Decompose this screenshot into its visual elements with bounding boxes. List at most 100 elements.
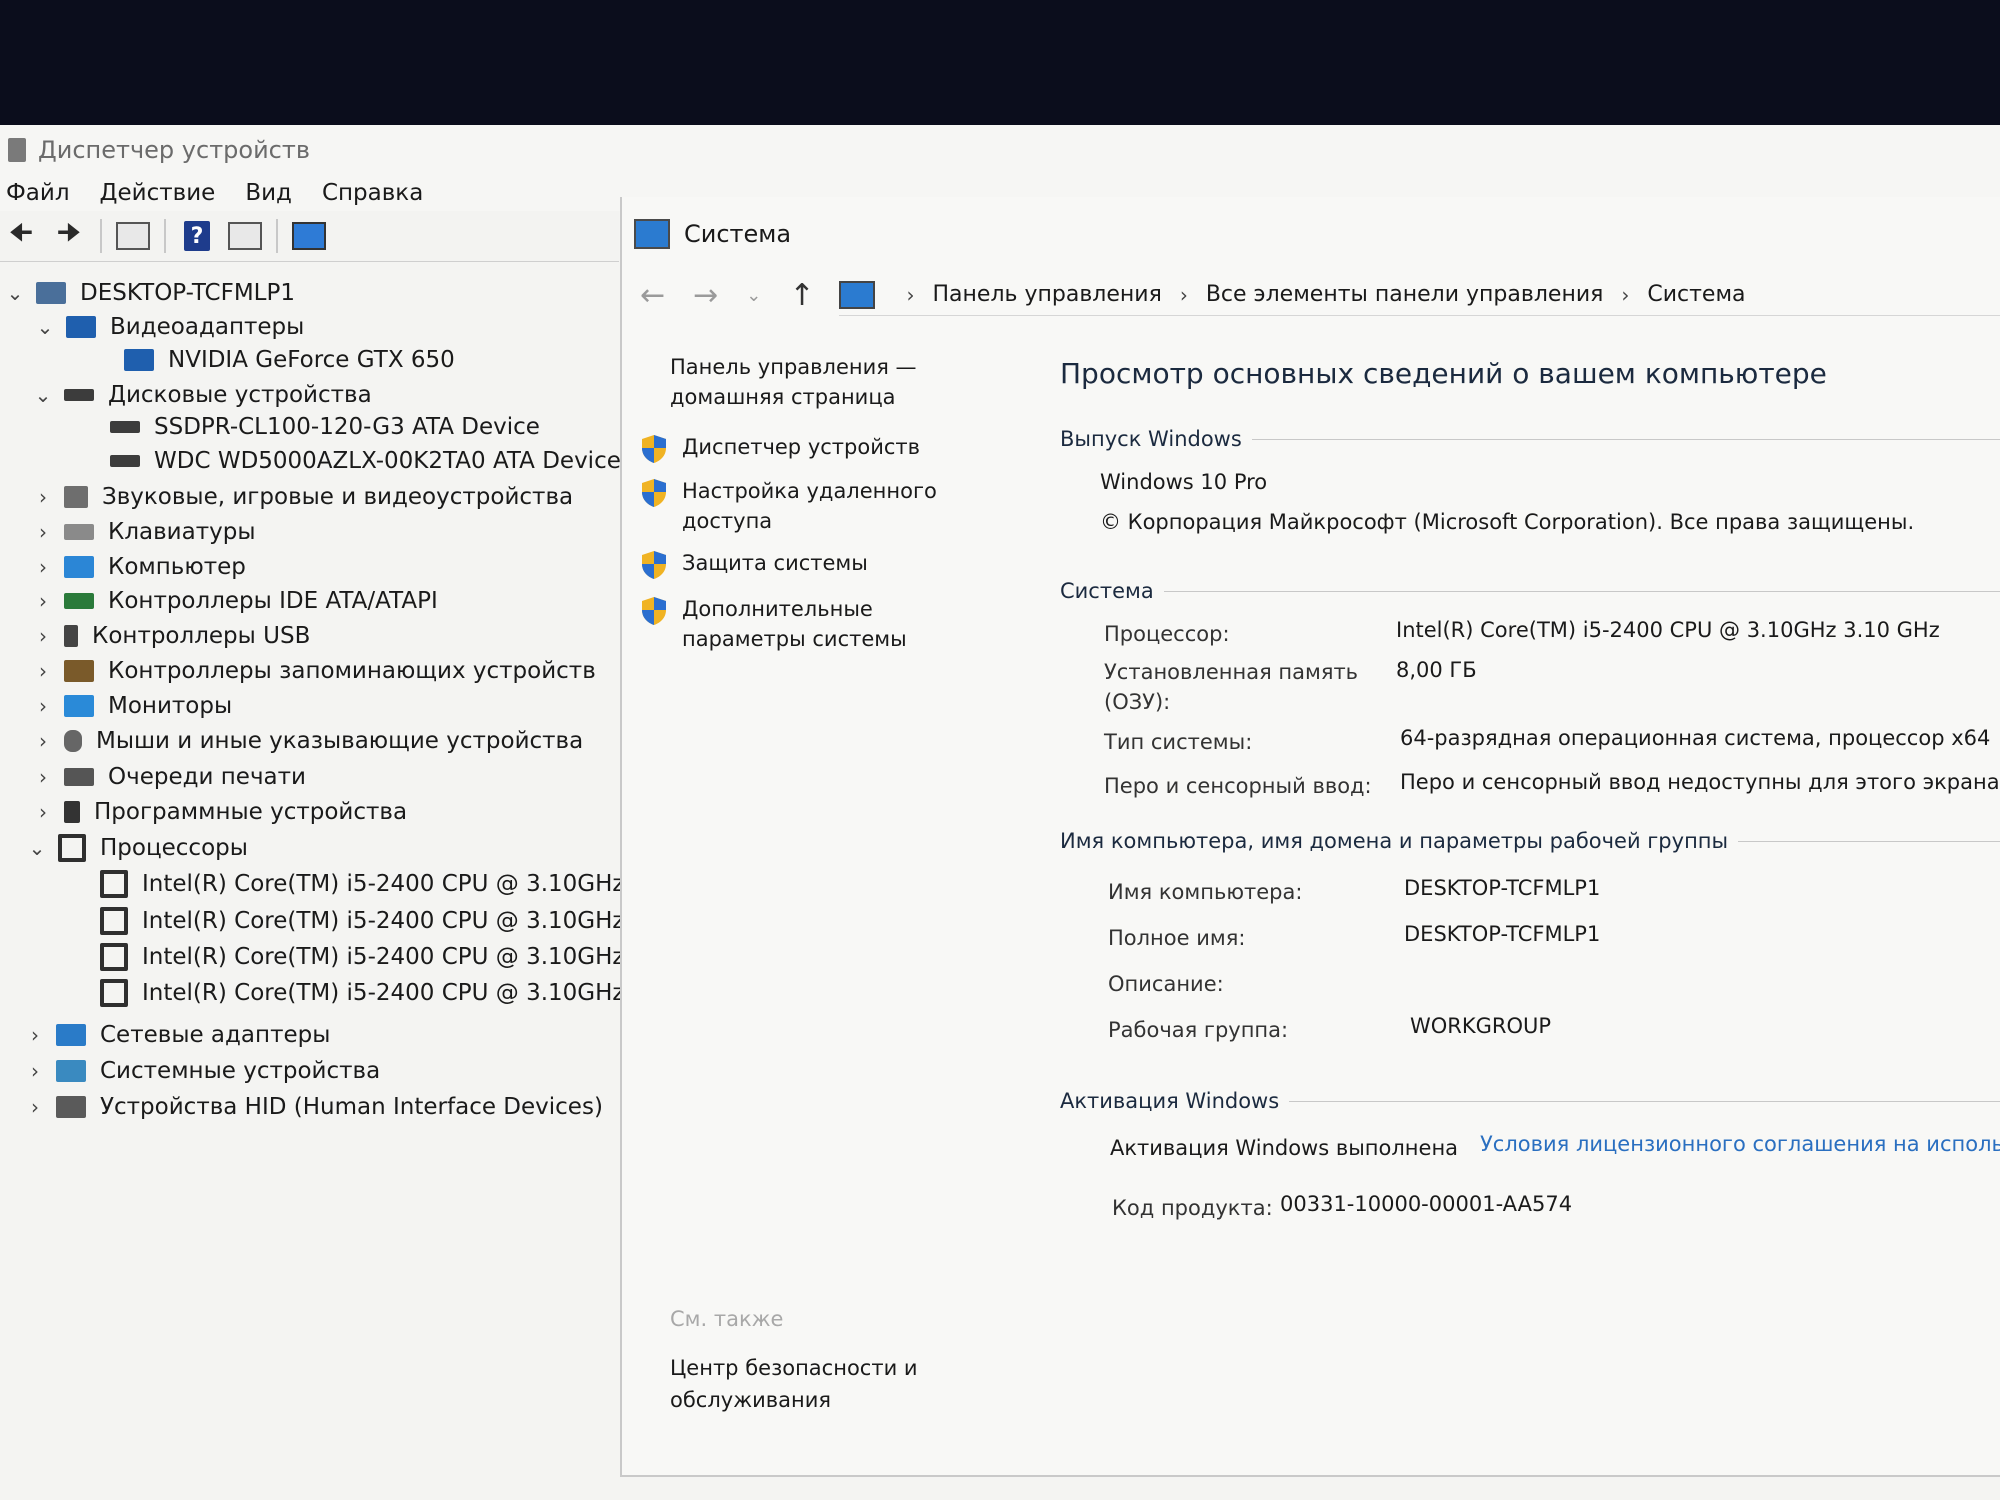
tree-item-cpu[interactable]: Intel(R) Core(TM) i5-2400 CPU @ 3.10GHz bbox=[100, 905, 625, 937]
tree-item-network-adapters[interactable]: › Сетевые адаптеры bbox=[24, 1019, 330, 1051]
tree-item-label: Intel(R) Core(TM) i5-2400 CPU @ 3.10GHz bbox=[142, 908, 625, 934]
chevron-right-icon[interactable]: › bbox=[32, 765, 54, 789]
tree-item-label: WDC WD5000AZLX-00K2TA0 ATA Device bbox=[154, 448, 621, 474]
tree-item-disk-drives[interactable]: ⌄ Дисковые устройства bbox=[32, 379, 372, 411]
back-arrow-icon[interactable]: 🠈 bbox=[4, 218, 38, 253]
tree-item-print-queues[interactable]: › Очереди печати bbox=[32, 761, 306, 793]
tree-item-label: Системные устройства bbox=[100, 1058, 381, 1084]
tree-item-usb[interactable]: › Контроллеры USB bbox=[32, 620, 310, 652]
menu-view[interactable]: Вид bbox=[245, 180, 292, 206]
tree-item-label: Мыши и иные указывающие устройства bbox=[96, 728, 584, 754]
chevron-right-icon[interactable]: › bbox=[32, 555, 54, 579]
breadcrumb-control-panel[interactable]: Панель управления bbox=[933, 282, 1162, 307]
tree-item-gpu[interactable]: NVIDIA GeForce GTX 650 bbox=[124, 344, 455, 376]
menu-help[interactable]: Справка bbox=[322, 180, 423, 206]
chevron-right-icon[interactable]: › bbox=[32, 520, 54, 544]
chevron-down-icon[interactable]: ⌄ bbox=[34, 315, 56, 339]
menu-action[interactable]: Действие bbox=[100, 180, 216, 206]
remote-settings-link[interactable]: Настройка удаленного доступа bbox=[640, 476, 1020, 536]
up-arrow-icon[interactable]: ↑ bbox=[789, 278, 814, 313]
chevron-right-icon[interactable]: › bbox=[32, 624, 54, 648]
tree-item-label: Компьютер bbox=[108, 554, 246, 580]
chevron-right-icon[interactable]: › bbox=[32, 729, 54, 753]
tree-item-ssd[interactable]: SSDPR-CL100-120-G3 ATA Device bbox=[110, 411, 540, 443]
system-protection-link[interactable]: Защита системы bbox=[640, 548, 1020, 580]
chevron-right-icon[interactable]: › bbox=[24, 1059, 46, 1083]
tree-item-hdd[interactable]: WDC WD5000AZLX-00K2TA0 ATA Device bbox=[110, 445, 621, 477]
chevron-right-icon[interactable]: › bbox=[32, 589, 54, 613]
recent-locations-chevron-icon[interactable]: ⌄ bbox=[746, 285, 761, 306]
chevron-right-icon[interactable]: › bbox=[1621, 283, 1629, 307]
system-title: Система bbox=[684, 220, 792, 248]
tree-item-ide[interactable]: › Контроллеры IDE ATA/ATAPI bbox=[32, 585, 438, 617]
chevron-right-icon[interactable]: › bbox=[32, 659, 54, 683]
chevron-down-icon[interactable]: ⌄ bbox=[32, 383, 54, 407]
page-title: Просмотр основных сведений о вашем компь… bbox=[1060, 357, 1827, 390]
ide-controller-icon bbox=[64, 593, 94, 609]
breadcrumb-system[interactable]: Система bbox=[1647, 282, 1745, 307]
tree-item-cpu[interactable]: Intel(R) Core(TM) i5-2400 CPU @ 3.10GHz bbox=[100, 977, 625, 1009]
chevron-right-icon[interactable]: › bbox=[1180, 283, 1188, 307]
security-center-link[interactable]: Центр безопасности и обслуживания bbox=[670, 1352, 990, 1416]
tree-item-keyboards[interactable]: › Клавиатуры bbox=[32, 516, 256, 548]
tree-item-label: Процессоры bbox=[100, 835, 248, 861]
forward-arrow-icon[interactable]: 🠊 bbox=[52, 218, 86, 253]
control-panel-home-link[interactable]: Панель управления — домашняя страница bbox=[670, 352, 990, 412]
full-name-value: DESKTOP-TCFMLP1 bbox=[1404, 922, 1601, 946]
scan-hardware-icon[interactable] bbox=[292, 219, 326, 253]
properties-icon[interactable] bbox=[116, 219, 150, 253]
tree-item-cpu[interactable]: Intel(R) Core(TM) i5-2400 CPU @ 3.10GHz bbox=[100, 868, 625, 900]
license-terms-link[interactable]: Условия лицензионного соглашения на испо… bbox=[1480, 1129, 2000, 1159]
link-label: Настройка удаленного доступа bbox=[682, 479, 937, 533]
computer-icon bbox=[36, 282, 66, 304]
system-icon bbox=[634, 219, 670, 249]
device-manager-app-icon bbox=[8, 138, 26, 162]
chevron-right-icon[interactable]: › bbox=[32, 800, 54, 824]
tree-item-storage[interactable]: › Контроллеры запоминающих устройств bbox=[32, 655, 596, 687]
help-icon[interactable]: ? bbox=[180, 219, 214, 253]
toolbar: 🠈 🠊 ? bbox=[0, 211, 619, 262]
tree-item-label: Контроллеры запоминающих устройств bbox=[108, 658, 596, 684]
tree-item-label: Клавиатуры bbox=[108, 519, 256, 545]
chevron-down-icon[interactable]: ⌄ bbox=[4, 281, 26, 305]
toolbar-separator bbox=[164, 219, 166, 253]
device-manager-link[interactable]: Диспетчер устройств bbox=[640, 432, 1020, 464]
tree-item-computer[interactable]: › Компьютер bbox=[32, 551, 246, 583]
usb-icon bbox=[64, 625, 78, 647]
tree-item-hid[interactable]: › Устройства HID (Human Interface Device… bbox=[24, 1091, 603, 1123]
breadcrumb-all-items[interactable]: Все элементы панели управления bbox=[1206, 282, 1604, 307]
chevron-right-icon[interactable]: › bbox=[32, 485, 54, 509]
processor-label: Процессор: bbox=[1104, 622, 1230, 646]
tree-item-sound[interactable]: › Звуковые, игровые и видеоустройства bbox=[32, 481, 573, 513]
tree-item-processors[interactable]: ⌄ Процессоры bbox=[26, 832, 248, 864]
chevron-right-icon[interactable]: › bbox=[24, 1095, 46, 1119]
tree-item-label: NVIDIA GeForce GTX 650 bbox=[168, 347, 455, 373]
tree-item-label: Устройства HID (Human Interface Devices) bbox=[100, 1094, 603, 1120]
system-type-value: 64-разрядная операционная система, проце… bbox=[1400, 726, 1991, 750]
menu-file[interactable]: Файл bbox=[6, 180, 70, 206]
computer-name-label: Имя компьютера: bbox=[1108, 880, 1303, 904]
pen-touch-value: Перо и сенсорный ввод недоступны для это… bbox=[1400, 770, 2000, 794]
chevron-right-icon[interactable]: › bbox=[907, 283, 915, 307]
tree-item-cpu[interactable]: Intel(R) Core(TM) i5-2400 CPU @ 3.10GHz bbox=[100, 941, 625, 973]
tree-root-label: DESKTOP-TCFMLP1 bbox=[80, 280, 295, 306]
chevron-down-icon[interactable]: ⌄ bbox=[26, 836, 48, 860]
tree-item-video-adapters[interactable]: ⌄ Видеоадаптеры bbox=[34, 311, 305, 343]
chevron-right-icon[interactable]: › bbox=[32, 694, 54, 718]
tree-item-mice[interactable]: › Мыши и иные указывающие устройства bbox=[32, 725, 583, 757]
see-also-heading: См. также bbox=[670, 1307, 784, 1331]
windows-edition: Windows 10 Pro bbox=[1100, 470, 1268, 494]
monitor-icon bbox=[64, 695, 94, 717]
advanced-settings-link[interactable]: Дополнительные параметры системы bbox=[640, 594, 1020, 654]
tree-item-monitors[interactable]: › Мониторы bbox=[32, 690, 232, 722]
tree-item-software-devices[interactable]: › Программные устройства bbox=[32, 796, 407, 828]
tree-item-system-devices[interactable]: › Системные устройства bbox=[24, 1055, 380, 1087]
forward-arrow-icon[interactable]: → bbox=[693, 278, 718, 313]
toolbar-separator bbox=[276, 219, 278, 253]
processor-icon bbox=[100, 943, 128, 971]
tree-root[interactable]: ⌄ DESKTOP-TCFMLP1 bbox=[4, 277, 295, 309]
chevron-right-icon[interactable]: › bbox=[24, 1023, 46, 1047]
update-driver-icon[interactable] bbox=[228, 219, 262, 253]
back-arrow-icon[interactable]: ← bbox=[640, 278, 665, 313]
address-bar[interactable]: › Панель управления › Все элементы панел… bbox=[838, 275, 2000, 316]
